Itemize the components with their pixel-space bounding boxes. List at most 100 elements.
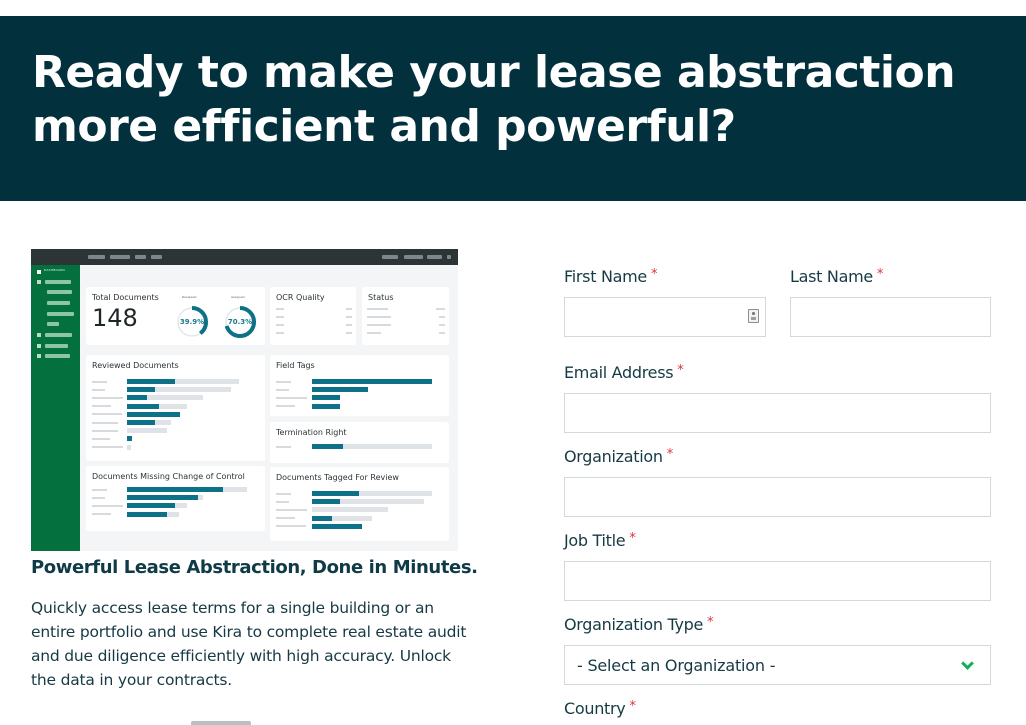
bar-label-placeholder — [92, 429, 118, 432]
bar-track — [312, 387, 369, 393]
bar-track — [312, 507, 388, 513]
tagged-for-review-card: Documents Tagged For Review — [270, 467, 449, 541]
dashboard-sidebar-label: DASHBOARD — [44, 268, 66, 272]
email-input[interactable] — [564, 393, 991, 433]
bar-label-placeholder — [276, 405, 295, 408]
bar-label-placeholder — [276, 500, 289, 503]
ocr-quality-title: OCR Quality — [276, 293, 325, 302]
organization-type-select[interactable]: - Select an Organization - — [564, 645, 991, 685]
dashboard-preview-image: DASHBOARD Total Documents 148 Reviewed A… — [31, 249, 458, 551]
bar-track — [127, 436, 132, 442]
bar-label-placeholder — [92, 421, 118, 424]
bar-label-placeholder — [276, 396, 307, 399]
carousel-indicator[interactable] — [191, 721, 251, 725]
bar-track — [312, 491, 432, 496]
bar-fill — [312, 379, 432, 384]
bar-fill — [127, 495, 198, 501]
bar-label-placeholder — [276, 388, 289, 391]
bar-track — [127, 403, 187, 409]
total-documents-title: Total Documents — [92, 293, 159, 302]
organization-type-label: Organization Type * — [564, 615, 714, 634]
organization-label: Organization * — [564, 447, 673, 466]
bar-track — [127, 444, 131, 450]
job-title-input[interactable] — [564, 561, 991, 601]
assigned-ring-value: 70.3% — [227, 318, 253, 326]
bar-track — [127, 487, 247, 492]
bar-fill — [127, 503, 175, 509]
bar-fill — [312, 395, 340, 401]
bar-fill — [312, 403, 340, 409]
first-name-input[interactable] — [564, 297, 766, 337]
last-name-input[interactable] — [790, 297, 991, 337]
reviewed-documents-card: Reviewed Documents — [86, 355, 265, 461]
bar-fill — [312, 499, 340, 505]
missing-change-of-control-title: Documents Missing Change of Control — [92, 472, 245, 481]
bar-fill — [312, 491, 359, 496]
contact-card-icon[interactable] — [748, 309, 759, 323]
bar-fill — [312, 515, 333, 521]
bar-track — [127, 503, 187, 509]
bar-label-placeholder — [276, 445, 291, 448]
email-label: Email Address * — [564, 363, 684, 382]
hero-title: Ready to make your lease abstraction mor… — [32, 47, 956, 152]
tagged-for-review-title: Documents Tagged For Review — [276, 473, 399, 482]
bar-fill — [127, 436, 132, 442]
bar-track — [127, 411, 180, 417]
bar-label-placeholder — [92, 413, 122, 416]
bar-label-placeholder — [276, 492, 291, 495]
ocr-quality-card: OCR Quality — [270, 287, 356, 345]
bar-track — [312, 395, 340, 401]
bar-label-placeholder — [92, 380, 107, 383]
bar-label-placeholder — [92, 496, 105, 499]
required-marker: * — [629, 531, 636, 546]
bar-fill — [312, 523, 363, 529]
bar-fill — [127, 487, 223, 492]
bar-fill — [127, 511, 167, 517]
bar-label-placeholder — [92, 388, 105, 391]
bar-label-placeholder — [92, 513, 111, 516]
termination-right-card: Termination Right — [270, 422, 449, 463]
required-marker: * — [650, 267, 658, 282]
assigned-ring-label: Assigned — [231, 295, 245, 299]
country-label: Country * — [564, 699, 636, 718]
bar-track — [127, 420, 172, 425]
bar-label-placeholder — [276, 517, 295, 520]
bar-label-placeholder — [92, 396, 123, 399]
required-marker: * — [666, 447, 674, 462]
total-documents-card: Total Documents 148 Reviewed Assigned 39… — [86, 287, 265, 345]
bar-fill — [127, 395, 148, 401]
required-marker: * — [629, 699, 636, 714]
feature-description: Quickly access lease terms for a single … — [31, 599, 467, 689]
dashboard-topbar — [31, 249, 458, 265]
status-title: Status — [368, 293, 394, 302]
total-documents-value: 148 — [92, 304, 138, 332]
bar-label-placeholder — [92, 446, 123, 449]
bar-label-placeholder — [92, 504, 123, 507]
bar-track — [312, 403, 340, 409]
missing-change-of-control-card: Documents Missing Change of Control — [86, 466, 265, 531]
first-name-label: First Name * — [564, 267, 658, 286]
bar-fill — [127, 387, 155, 393]
bar-label-placeholder — [276, 525, 306, 528]
chevron-down-icon — [961, 657, 974, 670]
organization-input[interactable] — [564, 477, 991, 517]
first-name-wrapper — [564, 297, 766, 337]
bar-track — [127, 511, 179, 517]
hero-banner: Ready to make your lease abstraction mor… — [0, 16, 1026, 201]
bar-fill — [312, 444, 344, 449]
bar-fill — [127, 411, 180, 417]
job-title-label: Job Title * — [564, 531, 636, 550]
bar-label-placeholder — [92, 488, 107, 491]
bar-track — [127, 495, 203, 501]
feature-heading: Powerful Lease Abstraction, Done in Minu… — [31, 557, 478, 578]
required-marker: * — [876, 267, 884, 282]
required-marker: * — [677, 363, 684, 378]
reviewed-ring-label: Reviewed — [182, 295, 197, 299]
field-tags-title: Field Tags — [276, 361, 315, 370]
bar-track — [312, 523, 363, 529]
field-tags-card: Field Tags — [270, 355, 449, 416]
bar-label-placeholder — [276, 380, 291, 383]
reviewed-ring-value: 39.9% — [179, 318, 205, 326]
bar-label-placeholder — [276, 508, 307, 511]
bar-fill — [127, 379, 175, 384]
